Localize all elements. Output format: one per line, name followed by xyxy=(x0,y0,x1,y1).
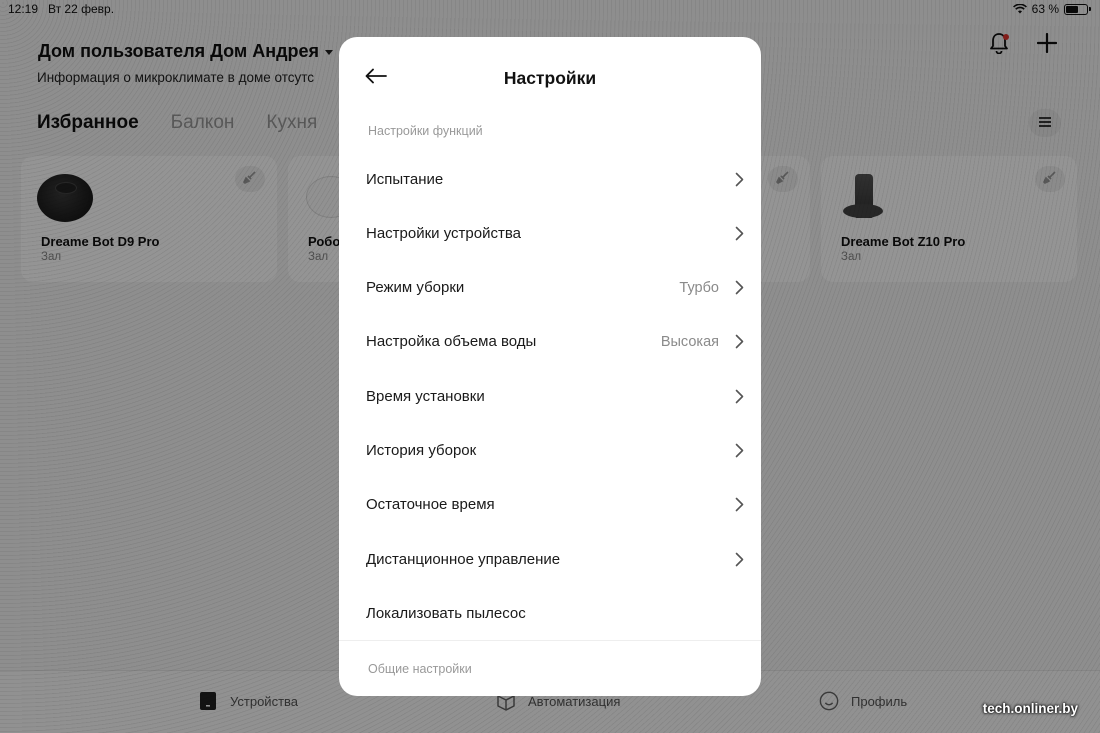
dialog-title: Настройки xyxy=(503,68,597,88)
settings-row-label: История уборок xyxy=(366,442,477,459)
chevron-right-icon xyxy=(733,497,745,513)
settings-row-label: Настройки устройства xyxy=(366,224,521,242)
chevron-right-icon xyxy=(733,443,745,459)
settings-row-label: Испытание xyxy=(366,170,444,188)
settings-row[interactable]: Дистанционное управление xyxy=(339,532,761,586)
settings-row-label: Локализовать пылесос xyxy=(366,604,526,622)
settings-dialog: Настройки Настройки функций Испытание Нас… xyxy=(339,37,761,696)
chevron-right-icon xyxy=(733,551,745,567)
watermark: tech.onliner.by xyxy=(982,701,1078,716)
chevron-right-icon xyxy=(733,225,745,241)
settings-row-label: Остаточное время xyxy=(366,496,495,514)
settings-row-value: Высокая xyxy=(660,333,719,350)
settings-row[interactable]: История уборок xyxy=(339,424,761,478)
section-functions-label: Настройки функций xyxy=(368,124,483,138)
settings-row[interactable]: Настройки устройства xyxy=(339,206,761,260)
settings-row[interactable]: Испытание xyxy=(339,152,761,206)
chevron-right-icon xyxy=(733,171,745,187)
section-divider xyxy=(339,640,761,641)
chevron-right-icon xyxy=(733,334,745,350)
section-general-label: Общие настройки xyxy=(368,662,472,676)
settings-row-label: Время установки xyxy=(366,387,485,405)
settings-row-label: Дистанционное управление xyxy=(366,550,561,568)
settings-row[interactable]: Локализовать пылесос xyxy=(339,586,761,640)
chevron-right-icon xyxy=(733,280,745,296)
settings-row[interactable]: Остаточное время xyxy=(339,478,761,532)
settings-row[interactable]: Настройка объема воды Высокая xyxy=(339,315,761,369)
settings-row-label: Режим уборки xyxy=(366,279,465,297)
settings-row-value: Турбо xyxy=(679,279,719,296)
settings-row-label: Настройка объема воды xyxy=(366,333,537,351)
settings-row[interactable]: Время установки xyxy=(339,369,761,423)
chevron-right-icon xyxy=(733,388,745,404)
settings-row[interactable]: Режим уборки Турбо xyxy=(339,261,761,315)
